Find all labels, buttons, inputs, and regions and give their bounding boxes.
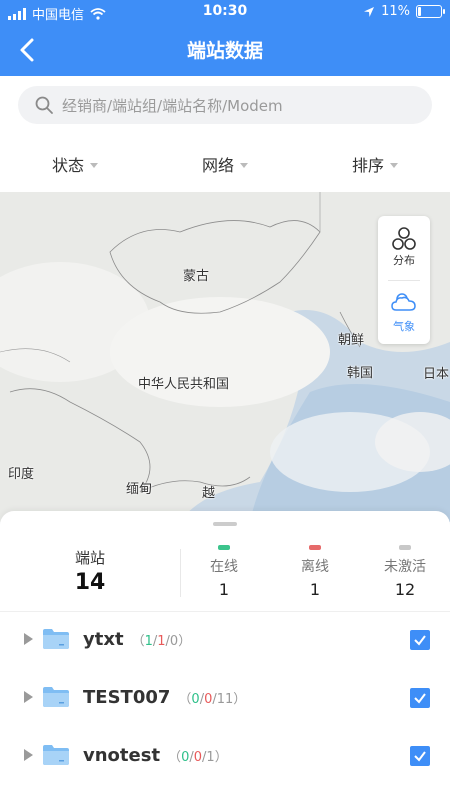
group-counts: （1/1/0） [131,634,192,649]
distribution-label: 分布 [393,254,415,267]
stat-online: 在线 1 [189,545,259,599]
checkbox-checked-icon[interactable] [410,630,430,650]
search-icon [35,96,53,114]
map-label-vietnam: 越 [202,486,216,501]
battery-percent: 11% [381,4,410,19]
group-row-ytxt[interactable]: ytxt （1/1/0） [0,611,450,669]
stat-inactive-value: 12 [394,580,416,599]
caret-down-icon [240,162,248,168]
stat-offline-value: 1 [309,580,321,599]
expand-arrow-icon[interactable] [24,691,33,703]
expand-arrow-icon[interactable] [24,749,33,761]
folder-icon [43,687,69,707]
stat-total-value: 14 [74,570,106,595]
map-label-japan: 日本 [423,367,450,382]
checkbox-checked-icon[interactable] [410,746,430,766]
caret-down-icon [90,162,98,168]
group-name: ytxt （1/1/0） [83,629,192,650]
filter-status[interactable]: 状态 [0,136,150,192]
filter-bar: 状态 网络 排序 [0,136,450,192]
map-view[interactable]: 蒙古 中华人民共和国 朝鲜 韩国 日本 印度 缅甸 越 分布 气象 [0,192,450,522]
stats-divider [180,549,181,597]
filter-network-label: 网络 [201,156,234,175]
distribution-button[interactable]: 分布 [378,216,430,276]
stat-offline: 离线 1 [280,545,350,599]
battery-icon [416,5,445,18]
folder-icon [43,629,69,649]
inactive-indicator [399,545,411,550]
search-input[interactable] [60,86,424,126]
map-label-mongolia: 蒙古 [183,269,210,284]
nav-bar: 端站数据 [0,24,450,76]
group-counts: （0/0/11） [178,692,247,707]
map-label-myanmar: 缅甸 [126,482,153,497]
caret-down-icon [390,162,398,168]
weather-button[interactable]: 气象 [378,282,430,342]
offline-indicator [309,545,321,550]
map-label-china: 中华人民共和国 [138,377,230,392]
stat-online-label: 在线 [210,559,238,575]
group-name: TEST007 （0/0/11） [83,687,247,708]
stat-inactive-label: 未激活 [384,559,426,575]
bottom-sheet[interactable]: 端站 14 在线 1 离线 1 未激活 12 ytxt （1/1/0） TEST… [0,511,450,800]
map-controls: 分布 气象 [378,216,430,344]
location-icon [364,6,375,17]
weather-cloud-icon [391,293,416,311]
map-label-south-korea: 韩国 [347,366,374,381]
group-row-test007[interactable]: TEST007 （0/0/11） [0,669,450,727]
search-box[interactable] [18,86,432,126]
stat-offline-label: 离线 [301,559,329,575]
filter-network[interactable]: 网络 [150,136,300,192]
expand-arrow-icon[interactable] [24,633,33,645]
page-title: 端站数据 [186,40,263,62]
weather-label: 气象 [393,320,415,333]
group-row-vnotest[interactable]: vnotest （0/0/1） [0,727,450,785]
search-section [0,76,450,136]
group-counts: （0/0/1） [168,750,228,765]
folder-icon [43,745,69,765]
status-bar: 中国电信 10:30 11% [0,0,450,24]
distribution-icon [392,227,416,250]
map-label-north-korea: 朝鲜 [338,333,365,348]
filter-status-label: 状态 [51,156,84,175]
stat-inactive: 未激活 12 [370,545,440,599]
control-divider [388,280,420,281]
stat-total-label: 端站 [74,549,105,567]
online-indicator [218,545,230,550]
checkbox-checked-icon[interactable] [410,688,430,708]
group-list: ytxt （1/1/0） TEST007 （0/0/11） vnotest （0/0/… [0,611,450,785]
map-label-india: 印度 [8,467,35,482]
summary-stats: 端站 14 在线 1 离线 1 未激活 12 [0,537,450,609]
stat-total: 端站 14 [40,547,140,595]
filter-sort[interactable]: 排序 [300,136,450,192]
filter-sort-label: 排序 [351,156,384,175]
status-right: 11% [363,4,445,19]
group-name: vnotest （0/0/1） [83,745,228,766]
drag-handle[interactable] [213,522,237,526]
stat-online-value: 1 [218,580,230,599]
